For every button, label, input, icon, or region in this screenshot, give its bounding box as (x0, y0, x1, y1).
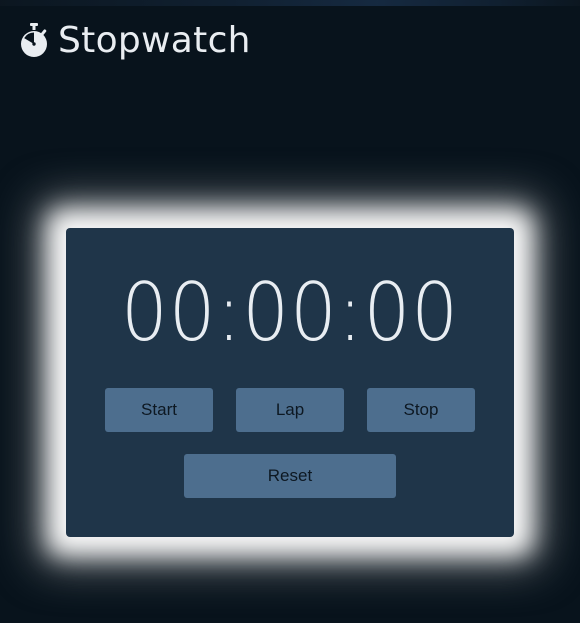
app-title: Stopwatch (58, 20, 251, 61)
timer-card: 00:00:00 Start Lap Stop Reset (66, 228, 514, 537)
reset-button[interactable]: Reset (184, 454, 396, 498)
top-edge-strip (0, 0, 580, 6)
stop-button[interactable]: Stop (367, 388, 475, 432)
start-button[interactable]: Start (105, 388, 213, 432)
stopwatch-icon (21, 23, 47, 57)
app-header: Stopwatch (18, 16, 251, 64)
time-display: 00:00:00 (121, 266, 459, 359)
lap-button[interactable]: Lap (236, 388, 344, 432)
